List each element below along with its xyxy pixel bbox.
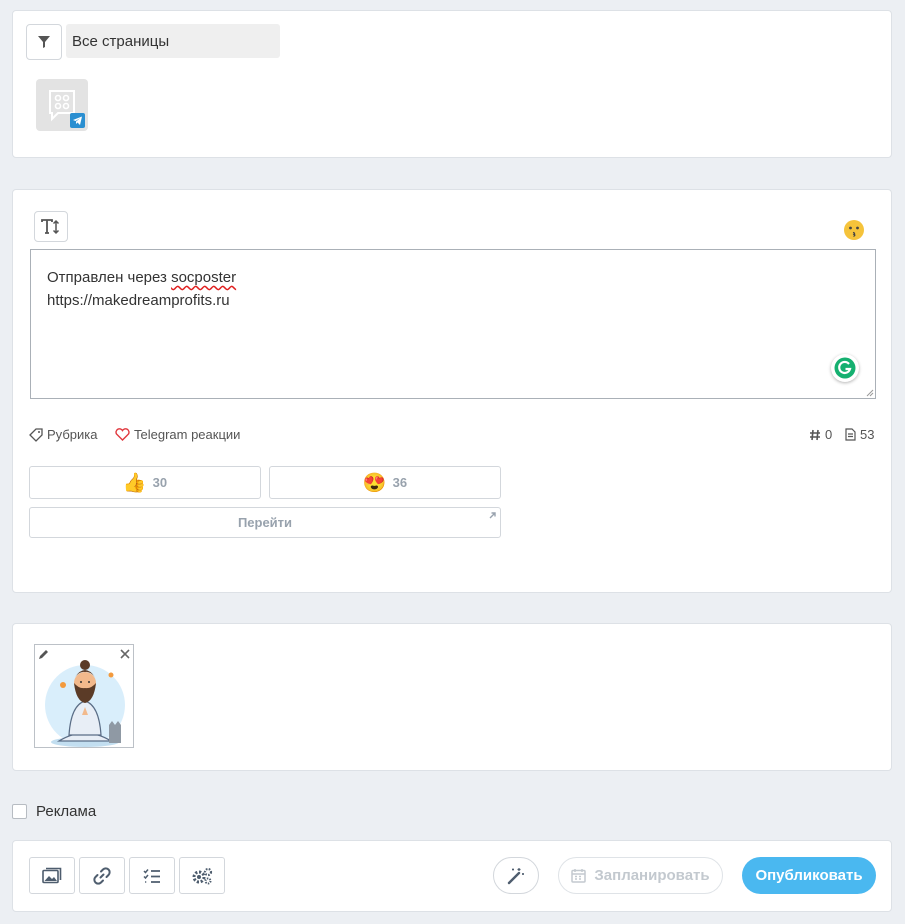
- post-text-editor[interactable]: Отправлен через socposter https://makedr…: [30, 249, 876, 399]
- filter-button[interactable]: [26, 24, 62, 60]
- text-size-icon: [41, 218, 60, 234]
- resize-handle-icon[interactable]: [866, 389, 874, 397]
- misspelled-word: socposter: [171, 269, 237, 286]
- reaction-count: 36: [392, 475, 408, 490]
- hashtag-counter: 0: [809, 427, 832, 442]
- add-poll-button[interactable]: [129, 857, 175, 894]
- hashtag-count: 0: [825, 427, 833, 442]
- goto-button[interactable]: Перейти: [29, 507, 501, 538]
- close-icon: [119, 648, 130, 659]
- telegram-icon: [70, 113, 85, 128]
- link-icon: [93, 866, 111, 885]
- char-count: 53: [860, 427, 875, 442]
- heart-eyes-icon: 😍: [362, 472, 387, 494]
- editor-line-2: https://makedreamprofits.ru: [47, 292, 230, 309]
- gears-icon: [192, 867, 213, 884]
- schedule-button[interactable]: Запланировать: [558, 857, 723, 894]
- attachments-card: [12, 623, 892, 771]
- advert-label: Реклама: [36, 803, 97, 820]
- heart-icon: [115, 428, 130, 441]
- magic-button[interactable]: [493, 857, 539, 894]
- grammarly-button[interactable]: [831, 354, 859, 382]
- bottom-toolbar: Запланировать Опубликовать: [12, 840, 892, 912]
- page-filter-card: Все страницы: [12, 10, 892, 158]
- attached-image[interactable]: [34, 644, 134, 748]
- calendar-icon: [571, 869, 587, 883]
- page-select-value: Все страницы: [72, 32, 170, 50]
- post-editor-card: Отправлен через socposter https://makedr…: [12, 189, 892, 593]
- emoji-button[interactable]: [843, 219, 865, 241]
- image-icon: [42, 867, 62, 884]
- rubric-label: Рубрика: [47, 427, 98, 442]
- advert-row: Реклама: [12, 803, 96, 820]
- text-size-button[interactable]: [34, 211, 68, 242]
- reaction-button-heart-eyes[interactable]: 😍 36: [269, 466, 501, 499]
- reaction-count: 30: [152, 475, 168, 490]
- thumbs-up-icon: 👍: [122, 472, 147, 494]
- emoji-icon: [844, 220, 864, 240]
- editor-line-1: Отправлен через socposter: [47, 269, 237, 286]
- schedule-label: Запланировать: [594, 867, 710, 884]
- document-icon: [845, 428, 856, 441]
- char-counter: 53: [845, 427, 874, 442]
- telegram-reactions-link[interactable]: Telegram реакции: [115, 427, 240, 442]
- checklist-icon: [143, 868, 160, 883]
- edit-image-button[interactable]: [36, 646, 51, 661]
- telegram-reactions-label: Telegram реакции: [134, 427, 241, 442]
- advert-checkbox[interactable]: [12, 804, 27, 819]
- publish-button[interactable]: Опубликовать: [742, 857, 876, 894]
- remove-image-button[interactable]: [117, 646, 132, 661]
- external-link-icon: [489, 512, 496, 519]
- add-media-button[interactable]: [29, 857, 75, 894]
- pencil-icon: [38, 649, 48, 659]
- tag-icon: [29, 427, 43, 442]
- publish-label: Опубликовать: [755, 867, 863, 884]
- reaction-button-thumbs-up[interactable]: 👍 30: [29, 466, 261, 499]
- hashtag-icon: [810, 429, 820, 440]
- page-avatar[interactable]: [36, 79, 88, 131]
- filter-icon: [38, 36, 50, 48]
- grammarly-icon: [834, 357, 856, 379]
- rubric-link[interactable]: Рубрика: [29, 427, 97, 442]
- magic-wand-icon: [507, 867, 524, 884]
- goto-label: Перейти: [237, 515, 293, 530]
- add-link-button[interactable]: [79, 857, 125, 894]
- page-select[interactable]: Все страницы: [66, 24, 280, 58]
- settings-button[interactable]: [179, 857, 225, 894]
